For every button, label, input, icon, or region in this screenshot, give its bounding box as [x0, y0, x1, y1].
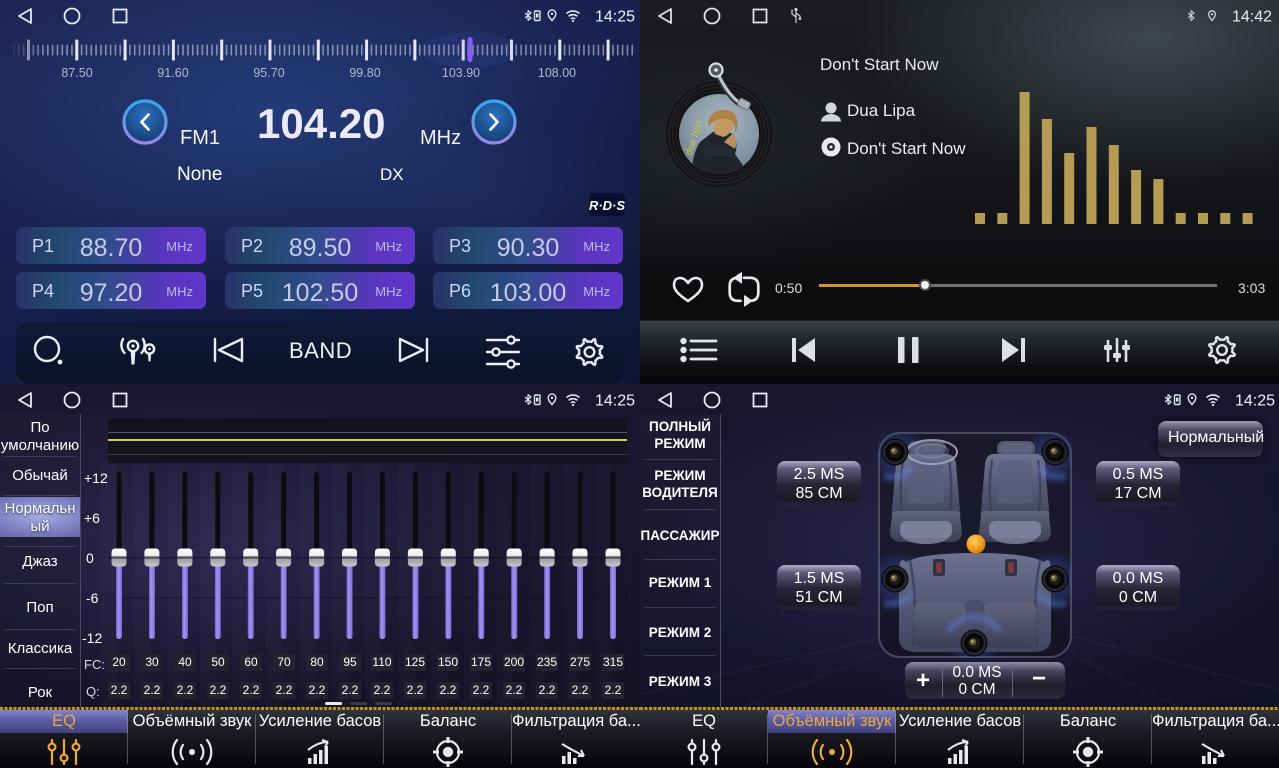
svg-text:R·D·S: R·D·S [589, 198, 625, 213]
svg-text:91.60: 91.60 [157, 66, 188, 80]
svg-text:14:42: 14:42 [1232, 9, 1272, 26]
svg-text:103.90: 103.90 [442, 66, 480, 80]
svg-text:99.80: 99.80 [349, 66, 380, 80]
svg-text:BAND: BAND [289, 338, 352, 363]
svg-text:95.70: 95.70 [253, 66, 284, 80]
svg-text:14:25: 14:25 [595, 9, 635, 26]
svg-text:108.00: 108.00 [538, 66, 576, 80]
svg-text:14:25: 14:25 [1235, 393, 1275, 410]
svg-text:87.50: 87.50 [61, 66, 92, 80]
